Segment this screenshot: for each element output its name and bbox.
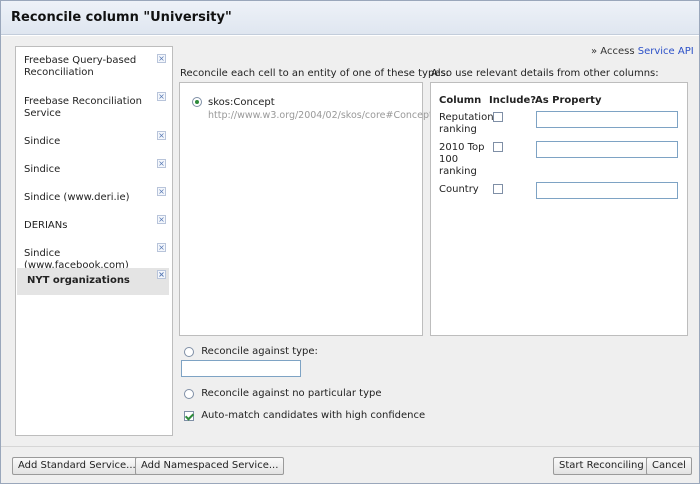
auto-match-label: Auto-match candidates with high confiden… (201, 410, 426, 421)
type-name: skos:Concept (208, 97, 275, 108)
remove-service-icon[interactable]: × (157, 131, 166, 140)
service-item[interactable]: Sindice × (17, 159, 169, 178)
property-input[interactable] (536, 141, 678, 158)
type-uri: http://www.w3.org/2004/02/skos/core#Conc… (208, 110, 433, 121)
service-label: Freebase Query-based Reconciliation (24, 55, 137, 78)
column-header: Column (439, 95, 482, 106)
service-item[interactable]: Freebase Reconciliation Service × (17, 92, 169, 122)
service-item[interactable]: Sindice × (17, 131, 169, 150)
no-type-option[interactable]: Reconcile against no particular type (184, 388, 382, 400)
property-header: As Property (535, 95, 602, 106)
against-type-option[interactable]: Reconcile against type: (184, 346, 318, 358)
dialog-title: Reconcile column "University" (11, 10, 232, 25)
remove-service-icon[interactable]: × (157, 54, 166, 63)
columns-header: Also use relevant details from other col… (431, 68, 659, 79)
column-name: 2010 Top 100 ranking (439, 142, 485, 177)
column-name: Reputation ranking (439, 112, 494, 135)
start-reconciling-button[interactable]: Start Reconciling (553, 457, 650, 475)
type-radio[interactable] (192, 97, 202, 107)
type-option[interactable]: skos:Concept http://www.w3.org/2004/02/s… (192, 97, 433, 121)
service-label: Freebase Reconciliation Service (24, 96, 142, 119)
include-header: Include? (489, 95, 537, 106)
add-standard-service-button[interactable]: Add Standard Service... (12, 457, 142, 475)
types-panel: skos:Concept http://www.w3.org/2004/02/s… (179, 82, 433, 336)
auto-match-option[interactable]: Auto-match candidates with high confiden… (184, 410, 425, 422)
property-input[interactable] (536, 182, 678, 199)
service-label: NYT organizations (27, 275, 130, 286)
column-name: Country (439, 184, 479, 195)
against-type-radio[interactable] (184, 346, 194, 357)
remove-service-icon[interactable]: × (157, 243, 166, 252)
service-item[interactable]: Freebase Query-based Reconciliation × (17, 54, 169, 81)
access-prefix: » Access (591, 46, 635, 57)
service-item[interactable]: DERIANs × (17, 215, 169, 234)
reconcile-dialog: Reconcile column "University" Freebase Q… (0, 0, 700, 484)
no-type-label: Reconcile against no particular type (201, 388, 382, 399)
dialog-footer: Add Standard Service... Add Namespaced S… (1, 446, 699, 483)
service-item[interactable]: Sindice (www.deri.ie) × (17, 187, 169, 206)
types-header: Reconcile each cell to an entity of one … (180, 68, 450, 79)
include-checkbox[interactable] (493, 112, 503, 122)
include-checkbox[interactable] (493, 142, 503, 152)
type-input[interactable] (181, 360, 301, 377)
property-input[interactable] (536, 111, 678, 128)
service-label: DERIANs (24, 220, 68, 231)
dialog-titlebar[interactable]: Reconcile column "University" (1, 1, 699, 35)
service-label: Sindice (www.deri.ie) (24, 192, 130, 203)
add-namespaced-service-button[interactable]: Add Namespaced Service... (135, 457, 285, 475)
service-api-link[interactable]: Service API (638, 46, 694, 57)
dialog-body: Freebase Query-based Reconciliation × Fr… (1, 36, 699, 446)
access-service-api: » Access Service API (591, 46, 694, 57)
no-type-radio[interactable] (184, 388, 194, 399)
remove-service-icon[interactable]: × (157, 187, 166, 196)
remove-service-icon[interactable]: × (157, 92, 166, 101)
cancel-button[interactable]: Cancel (646, 457, 692, 475)
include-checkbox[interactable] (493, 184, 503, 194)
remove-service-icon[interactable]: × (157, 215, 166, 224)
columns-panel: Column Include? As Property Reputation r… (430, 82, 688, 336)
service-item[interactable]: Sindice (www.facebook.com) × (17, 243, 169, 271)
remove-service-icon[interactable]: × (157, 159, 166, 168)
against-type-label: Reconcile against type: (201, 346, 318, 357)
service-list: Freebase Query-based Reconciliation × Fr… (15, 46, 173, 436)
auto-match-checkbox[interactable] (184, 410, 194, 421)
service-item-selected[interactable]: NYT organizations × (17, 268, 169, 295)
service-label: Sindice (24, 164, 61, 175)
remove-service-icon[interactable]: × (157, 270, 166, 279)
service-label: Sindice (24, 136, 61, 147)
